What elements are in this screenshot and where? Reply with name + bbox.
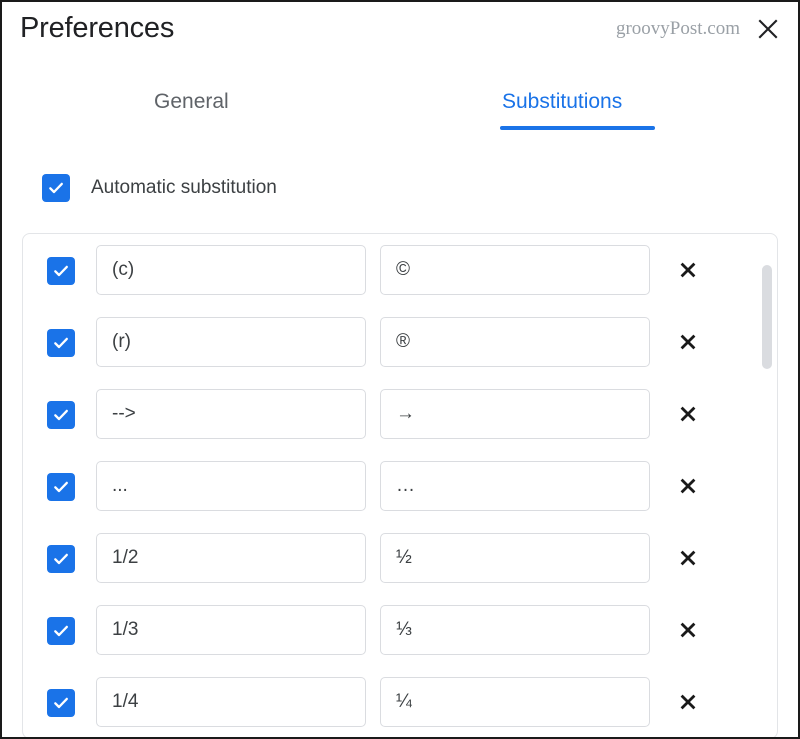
close-button[interactable]: [754, 15, 782, 43]
substitution-enabled-checkbox[interactable]: [47, 256, 75, 285]
checkmark-icon: [52, 694, 70, 712]
scrollbar-thumb[interactable]: [762, 265, 772, 369]
tab-general[interactable]: General: [154, 90, 229, 122]
delete-row-button[interactable]: [673, 327, 703, 357]
shortcut-input[interactable]: (r): [96, 317, 366, 367]
close-x-icon: [679, 693, 697, 711]
preferences-dialog: Preferences groovyPost.com General Subst…: [0, 0, 800, 739]
dialog-header: Preferences groovyPost.com: [2, 2, 798, 70]
close-icon: [757, 18, 779, 40]
table-row: (r) ®: [23, 306, 777, 378]
shortcut-input[interactable]: 1/4: [96, 677, 366, 727]
shortcut-input[interactable]: (c): [96, 245, 366, 295]
replacement-input[interactable]: ⅓: [380, 605, 650, 655]
shortcut-input[interactable]: ...: [96, 461, 366, 511]
shortcut-input[interactable]: 1/3: [96, 605, 366, 655]
replacement-input[interactable]: ¼: [380, 677, 650, 727]
checkmark-icon: [52, 622, 70, 640]
page-title: Preferences: [20, 12, 175, 44]
substitution-enabled-checkbox[interactable]: [47, 400, 75, 429]
automatic-substitution-checkbox[interactable]: [42, 174, 70, 202]
checkmark-icon: [52, 406, 70, 424]
delete-row-button[interactable]: [673, 687, 703, 717]
substitutions-list: (c) © (r) ® --> →... … 1/2 ½ 1/3 ⅓ 1/4 ¼: [23, 234, 777, 737]
checkmark-icon: [52, 478, 70, 496]
table-row: 1/3 ⅓: [23, 594, 777, 666]
delete-row-button[interactable]: [673, 399, 703, 429]
table-row: ... …: [23, 450, 777, 522]
shortcut-input[interactable]: -->: [96, 389, 366, 439]
automatic-substitution-label: Automatic substitution: [91, 177, 277, 198]
close-x-icon: [679, 549, 697, 567]
table-row: 1/4 ¼: [23, 666, 777, 737]
active-tab-indicator: [500, 126, 655, 130]
substitution-enabled-checkbox[interactable]: [47, 688, 75, 717]
close-x-icon: [679, 477, 697, 495]
close-x-icon: [679, 405, 697, 423]
watermark: groovyPost.com: [615, 18, 740, 39]
delete-row-button[interactable]: [673, 543, 703, 573]
automatic-substitution-row[interactable]: Automatic substitution: [42, 174, 277, 202]
delete-row-button[interactable]: [673, 615, 703, 645]
replacement-input[interactable]: ©: [380, 245, 650, 295]
substitution-enabled-checkbox[interactable]: [47, 616, 75, 645]
substitutions-panel: (c) © (r) ® --> →... … 1/2 ½ 1/3 ⅓ 1/4 ¼: [22, 233, 778, 737]
shortcut-input[interactable]: 1/2: [96, 533, 366, 583]
substitution-enabled-checkbox[interactable]: [47, 328, 75, 357]
substitution-enabled-checkbox[interactable]: [47, 544, 75, 573]
delete-row-button[interactable]: [673, 255, 703, 285]
scrollbar-track[interactable]: [761, 238, 773, 734]
replacement-input[interactable]: ®: [380, 317, 650, 367]
substitution-enabled-checkbox[interactable]: [47, 472, 75, 501]
replacement-input[interactable]: …: [380, 461, 650, 511]
tab-substitutions[interactable]: Substitutions: [502, 90, 622, 122]
replacement-input[interactable]: →: [380, 389, 650, 439]
checkmark-icon: [52, 550, 70, 568]
close-x-icon: [679, 261, 697, 279]
checkmark-icon: [52, 334, 70, 352]
table-row: (c) ©: [23, 234, 777, 306]
table-row: --> →: [23, 378, 777, 450]
tab-bar: General Substitutions: [2, 90, 798, 132]
replacement-input[interactable]: ½: [380, 533, 650, 583]
delete-row-button[interactable]: [673, 471, 703, 501]
close-x-icon: [679, 333, 697, 351]
table-row: 1/2 ½: [23, 522, 777, 594]
checkmark-icon: [47, 179, 65, 197]
checkmark-icon: [52, 262, 70, 280]
close-x-icon: [679, 621, 697, 639]
